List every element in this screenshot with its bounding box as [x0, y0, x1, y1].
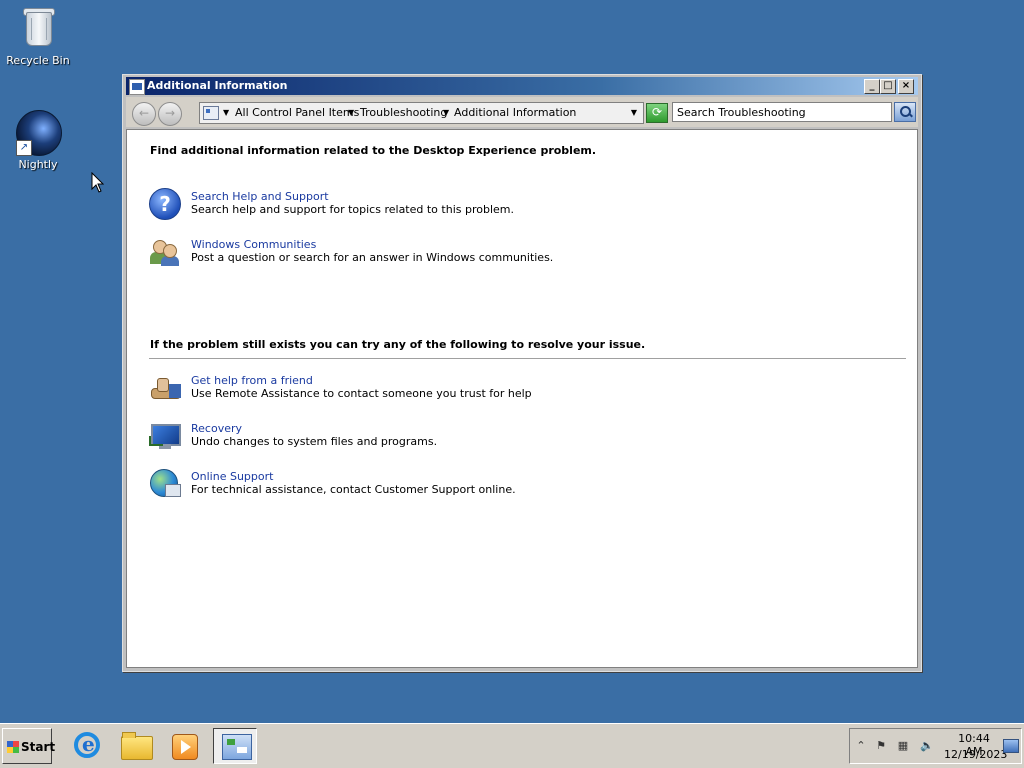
task-search-help-and-support[interactable]: ? Search Help and Support Search help an…	[149, 188, 749, 222]
help-question-icon: ?	[149, 188, 181, 220]
breadcrumb-all-control-panel-items[interactable]: All Control Panel Items	[235, 103, 359, 123]
shortcut-arrow-icon: ↗	[16, 140, 32, 156]
desktop-icon-label: Nightly	[18, 158, 58, 171]
maximize-button[interactable]: □	[880, 79, 896, 94]
close-button[interactable]: ×	[898, 79, 914, 94]
recovery-monitor-icon	[149, 420, 181, 452]
volume-icon[interactable]: 🔈	[920, 739, 934, 753]
address-dropdown-icon[interactable]: ▼	[631, 103, 637, 123]
task-description: Search help and support for topics relat…	[191, 203, 514, 216]
forward-button[interactable]: →	[158, 102, 182, 126]
action-center-flag-icon[interactable]: ⚑	[874, 739, 888, 753]
section-divider	[149, 358, 906, 359]
system-tray: ⌃ ⚑ ▦ 🔈 10:44 AM 12/19/2023	[849, 728, 1022, 764]
online-globe-icon	[149, 468, 181, 500]
navigation-bar: ← → ▼ All Control Panel Items ▼ Troubles…	[126, 97, 918, 127]
taskbar-control-panel[interactable]	[213, 728, 257, 764]
control-panel-window-icon	[129, 79, 145, 95]
task-link[interactable]: Online Support	[191, 470, 273, 483]
task-link[interactable]: Search Help and Support	[191, 190, 329, 203]
internet-explorer-icon	[74, 732, 100, 758]
task-link[interactable]: Get help from a friend	[191, 374, 313, 387]
window-titlebar[interactable]: Additional Information _ □ ×	[126, 77, 918, 95]
task-description: For technical assistance, contact Custom…	[191, 483, 516, 496]
breadcrumb-additional-information[interactable]: Additional Information	[454, 103, 576, 123]
window-title: Additional Information	[147, 79, 288, 92]
clock-date[interactable]: 12/19/2023	[944, 748, 1007, 761]
task-description: Undo changes to system files and program…	[191, 435, 438, 448]
section-heading-additional-info: Find additional information related to t…	[150, 144, 597, 157]
section-heading-resolve: If the problem still exists you can try …	[150, 338, 646, 351]
people-icon	[149, 236, 181, 268]
start-button[interactable]: Start	[2, 728, 56, 764]
desktop-icon-label: Recycle Bin	[6, 54, 70, 67]
task-link[interactable]: Windows Communities	[191, 238, 316, 251]
media-player-icon	[172, 734, 198, 760]
taskbar: Start ⌃ ⚑ ▦ 🔈 10:44 AM 12/19/2023	[0, 723, 1024, 768]
taskbar-internet-explorer[interactable]	[66, 728, 110, 764]
breadcrumb-arrow-icon[interactable]: ▼	[443, 103, 449, 123]
start-label: Start	[21, 740, 56, 754]
control-panel-icon	[222, 734, 252, 760]
content-pane: Find additional information related to t…	[126, 129, 918, 668]
task-online-support[interactable]: Online Support For technical assistance,…	[149, 468, 749, 502]
nightly-globe-icon: ↗	[16, 110, 62, 156]
address-bar[interactable]: ▼ All Control Panel Items ▼ Troubleshoot…	[199, 102, 644, 124]
minimize-button[interactable]: _	[864, 79, 880, 94]
task-link[interactable]: Recovery	[191, 422, 242, 435]
taskbar-file-explorer[interactable]	[114, 728, 158, 764]
breadcrumb-root-arrow-icon[interactable]: ▼	[223, 103, 229, 123]
task-description: Post a question or search for an answer …	[191, 251, 554, 264]
refresh-button[interactable]: ⟳	[646, 103, 668, 123]
windows-logo-icon	[7, 741, 19, 753]
helping-hand-icon	[149, 372, 181, 404]
show-hidden-icons-chevron-icon[interactable]: ⌃	[854, 739, 868, 753]
control-panel-icon	[203, 106, 219, 120]
task-get-help-from-a-friend[interactable]: Get help from a friend Use Remote Assist…	[149, 372, 749, 406]
task-description: Use Remote Assistance to contact someone…	[191, 387, 532, 400]
task-windows-communities[interactable]: Windows Communities Post a question or s…	[149, 236, 749, 270]
task-recovery[interactable]: Recovery Undo changes to system files an…	[149, 420, 749, 454]
file-explorer-icon	[121, 732, 153, 760]
network-icon[interactable]: ▦	[896, 739, 910, 753]
desktop-icon-nightly[interactable]: ↗ Nightly	[0, 110, 76, 171]
breadcrumb-arrow-icon[interactable]: ▼	[348, 103, 354, 123]
taskbar-media-player[interactable]	[162, 728, 206, 764]
recycle-bin-icon	[16, 6, 60, 50]
back-button[interactable]: ←	[132, 102, 156, 126]
breadcrumb-troubleshooting[interactable]: Troubleshooting	[360, 103, 447, 123]
desktop-icon-recycle-bin[interactable]: Recycle Bin	[0, 6, 76, 67]
additional-information-window: Additional Information _ □ × ← → ▼ All C…	[122, 74, 922, 672]
show-desktop-button[interactable]	[1003, 739, 1019, 753]
search-input[interactable]: Search Troubleshooting	[672, 102, 892, 122]
search-icon[interactable]	[894, 102, 916, 122]
